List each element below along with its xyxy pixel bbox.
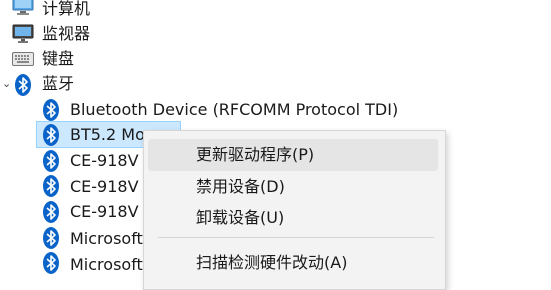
menu-separator — [158, 237, 434, 238]
tree-item-label: 键盘 — [42, 49, 75, 68]
context-menu: 更新驱动程序(P) 禁用设备(D) 卸载设备(U) 扫描检测硬件改动(A) — [143, 130, 446, 290]
keyboard-icon — [12, 52, 34, 66]
tree-item-label: CE-918V — [70, 151, 139, 170]
menu-item-update-driver[interactable]: 更新驱动程序(P) — [196, 145, 314, 165]
tree-item-label: 计算机 — [42, 0, 91, 18]
tree-item-label: Microsoft — [70, 255, 143, 274]
tree-item-label: CE-918V — [70, 202, 139, 221]
computer-icon — [12, 0, 34, 15]
bluetooth-icon — [43, 227, 59, 249]
tree-item-label: CE-918V — [70, 177, 139, 196]
bluetooth-icon — [43, 99, 59, 121]
bluetooth-icon — [15, 74, 31, 96]
tree-item-label: 监视器 — [42, 24, 91, 43]
bluetooth-icon — [43, 175, 59, 197]
tree-item-label: 蓝牙 — [42, 74, 75, 93]
tree-item-label: Microsoft — [70, 229, 143, 248]
bluetooth-icon — [43, 252, 59, 274]
tree-item-label: Bluetooth Device (RFCOMM Protocol TDI) — [70, 100, 399, 119]
bluetooth-icon — [43, 150, 59, 172]
menu-item-scan-hardware[interactable]: 扫描检测硬件改动(A) — [196, 253, 347, 273]
bluetooth-icon — [43, 124, 59, 146]
menu-item-uninstall-device[interactable]: 卸载设备(U) — [196, 208, 284, 228]
menu-item-disable-device[interactable]: 禁用设备(D) — [196, 177, 285, 197]
bluetooth-icon — [43, 201, 59, 223]
chevron-down-icon[interactable]: ⌄ — [2, 78, 12, 90]
monitor-icon — [12, 24, 34, 43]
